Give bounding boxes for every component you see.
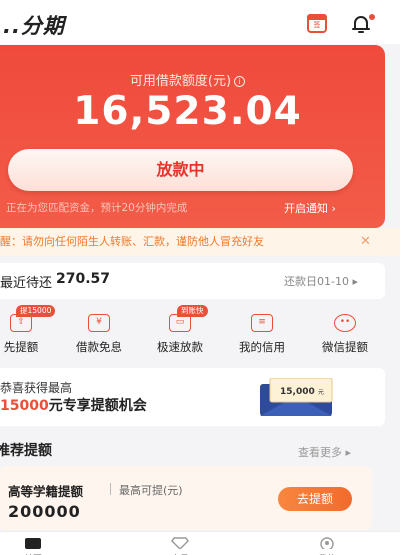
bottom-tab-bar: 首页 会员 我的: [0, 531, 400, 555]
coupon-amount: 15,000: [280, 387, 315, 397]
promo-line1: 恭喜获得最高: [0, 381, 73, 395]
recommend-item-name: 高等学籍提额: [8, 484, 84, 499]
loan-status-text: 正在为您匹配资金，预计20分钟内完成: [6, 202, 188, 214]
app-brand: ...分期: [0, 14, 65, 38]
enable-notification-link[interactable]: 开启通知 ›: [284, 200, 336, 216]
recommend-limit-label: 最高可提(元): [119, 484, 183, 497]
tab-member[interactable]: 会员: [150, 532, 210, 555]
recommend-card[interactable]: 高等学籍提额 最高可提(元) 200000 去提额: [0, 466, 372, 530]
card-glyph: ▭: [175, 317, 185, 327]
yuan-icon: ¥: [88, 314, 110, 332]
quick-label: 先提额: [3, 340, 39, 354]
loan-label: 可用借款额度(元): [129, 74, 232, 89]
divider: [110, 483, 111, 495]
promo-line2: 15000元专享提额机会: [0, 395, 147, 415]
coupon-unit: 元: [318, 389, 324, 396]
warning-banner: 醒：请勿向任何陌生人转账、汇款，谨防他人冒充好友 ✕: [0, 228, 400, 256]
calendar-icon[interactable]: 签: [307, 14, 327, 33]
quick-item-wechat[interactable]: •• 微信提额: [310, 305, 380, 355]
top-bar: ...分期 签: [0, 0, 400, 44]
raise-limit-button[interactable]: 去提额: [278, 487, 352, 511]
quick-label: 借款免息: [76, 340, 122, 354]
quick-label: 微信提额: [322, 340, 368, 354]
credit-icon: ≡: [251, 314, 273, 332]
repayment-date[interactable]: 还款日01-10 ▸: [284, 273, 358, 289]
quick-actions: ⇧ 提15000 先提额 ¥ 借款免息 ▭ 到账快 极速放款 ≡ 我的信用 ••…: [0, 305, 400, 360]
credit-glyph: ≡: [258, 317, 266, 327]
info-icon[interactable]: i: [234, 76, 246, 87]
quick-tag: 提15000: [16, 305, 56, 317]
diamond-icon: [171, 537, 189, 549]
promo-banner[interactable]: 恭喜获得最高 15000元专享提额机会 15,000 元: [0, 368, 385, 426]
quick-item-credit[interactable]: ≡ 我的信用: [227, 305, 297, 355]
coupon-card-image: 15,000 元: [260, 378, 333, 416]
quick-label: 我的信用: [239, 340, 285, 354]
yuan-glyph: ¥: [96, 317, 102, 327]
quick-item-fast-loan[interactable]: ▭ 到账快 极速放款: [145, 305, 215, 355]
see-more-link[interactable]: 查看更多 ▸: [298, 444, 351, 460]
wechat-glyph: ••: [339, 317, 351, 327]
repayment-amount: 270.57: [56, 271, 111, 287]
wechat-icon: ••: [334, 314, 356, 332]
recommend-title: 推荐提额: [0, 443, 52, 459]
promo-rest: 元专享提额机会: [48, 398, 147, 414]
profile-icon: [320, 537, 334, 549]
repayment-row[interactable]: 最近待还 270.57 还款日01-10 ▸: [0, 263, 385, 299]
tab-home[interactable]: 首页: [3, 532, 63, 555]
quick-tag: 到账快: [177, 305, 208, 317]
recommend-item-value: 200000: [8, 502, 81, 521]
notification-dot: [369, 14, 375, 20]
recommend-header: 推荐提额 查看更多 ▸: [0, 440, 400, 462]
loan-label-row: 可用借款额度(元) i: [0, 70, 385, 89]
close-icon[interactable]: ✕: [360, 228, 371, 256]
warning-text: 醒：请勿向任何陌生人转账、汇款，谨防他人冒充好友: [0, 235, 264, 248]
raise-glyph: ⇧: [17, 317, 25, 327]
tab-profile[interactable]: 我的: [297, 532, 357, 555]
loan-card: 可用借款额度(元) i 16,523.04 放款中 正在为您匹配资金，预计20分钟…: [0, 45, 385, 228]
promo-highlight: 15000: [0, 398, 49, 414]
quick-item-interest-free[interactable]: ¥ 借款免息: [64, 305, 134, 355]
loan-status-button[interactable]: 放款中: [8, 149, 353, 191]
repayment-label: 最近待还: [0, 276, 53, 291]
loan-amount: 16,523.04: [73, 89, 302, 134]
calendar-badge: 签: [313, 21, 321, 29]
quick-label: 极速放款: [157, 340, 203, 354]
quick-item-raise[interactable]: ⇧ 提15000 先提额: [0, 305, 56, 355]
home-icon: [25, 538, 41, 549]
